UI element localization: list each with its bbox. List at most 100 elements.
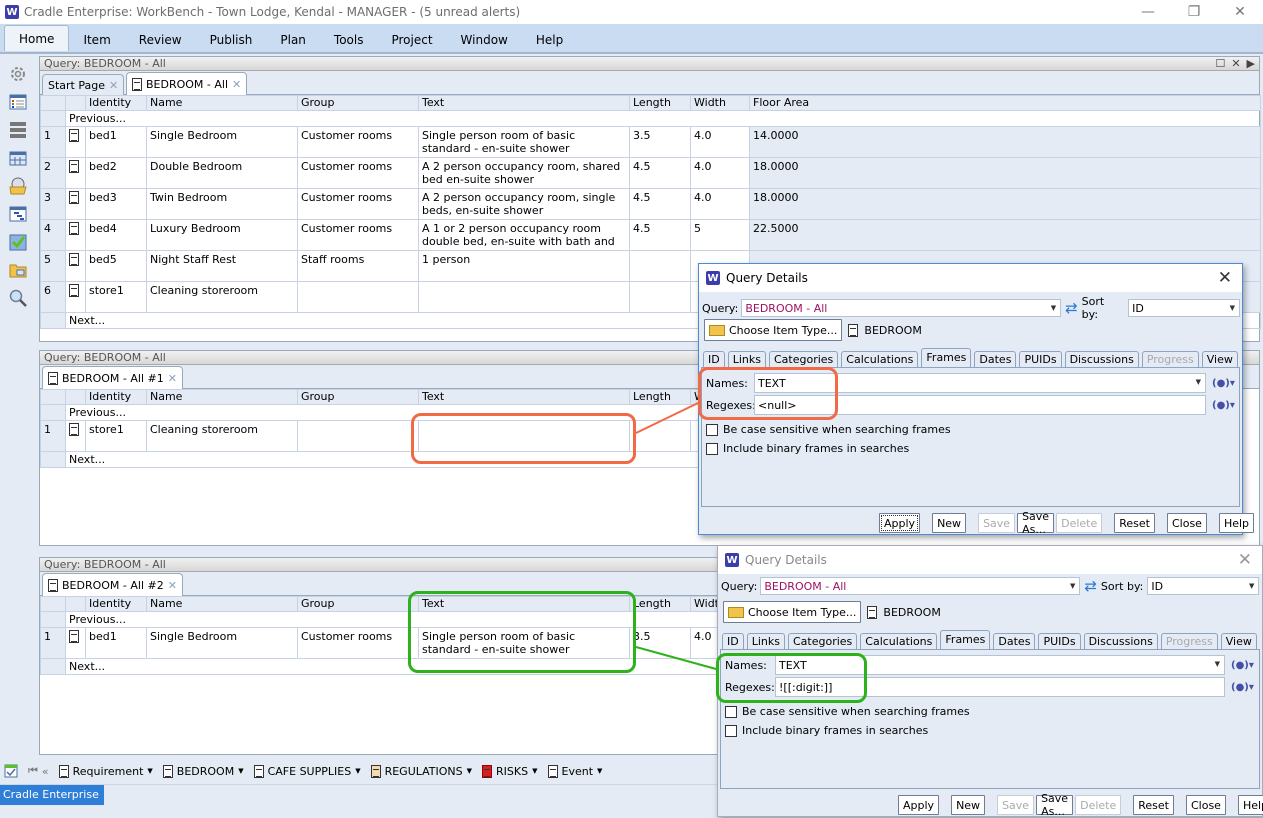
- reset-button[interactable]: Reset: [1133, 795, 1174, 815]
- cell-length[interactable]: [629, 420, 691, 452]
- close-tab-icon[interactable]: ✕: [109, 79, 118, 92]
- include-binary-checkbox[interactable]: Include binary frames in searches: [725, 724, 928, 737]
- cell-group[interactable]: Staff rooms: [297, 250, 419, 282]
- refresh-icon[interactable]: ⇄: [1084, 577, 1097, 595]
- menu-project[interactable]: Project: [377, 29, 446, 51]
- tab-categories[interactable]: Categories: [768, 351, 839, 368]
- menu-plan[interactable]: Plan: [266, 29, 320, 51]
- cell-text[interactable]: Single person room of basic standard - e…: [418, 627, 630, 659]
- checklist-small-icon[interactable]: [4, 764, 18, 778]
- help-button[interactable]: Help: [1218, 513, 1255, 533]
- tab-puids[interactable]: PUIDs: [1038, 633, 1081, 650]
- cell-identity[interactable]: bed2: [85, 157, 147, 189]
- col-rownum[interactable]: [40, 95, 66, 111]
- tab-discussions[interactable]: Discussions: [1064, 351, 1139, 368]
- sort-by-select[interactable]: ID ▼: [1147, 577, 1260, 595]
- regexes-input[interactable]: <null>: [754, 395, 1206, 415]
- next-link[interactable]: Next...: [65, 451, 760, 468]
- open-query-icon[interactable]: [8, 176, 28, 196]
- cell-group[interactable]: Customer rooms: [297, 126, 419, 158]
- cell-identity[interactable]: bed5: [85, 250, 147, 282]
- panel-close-icon[interactable]: ✕: [1231, 57, 1240, 71]
- cell-width[interactable]: 4.0: [690, 157, 750, 189]
- tab-frames[interactable]: Frames: [921, 348, 972, 368]
- names-select[interactable]: TEXT ▼: [775, 655, 1225, 675]
- cell-length[interactable]: 4.5: [629, 157, 691, 189]
- tab-bedroom-all-1[interactable]: BEDROOM - All #1 ✕: [42, 366, 183, 389]
- previous-link[interactable]: Previous...: [65, 611, 760, 628]
- next-row[interactable]: Next...: [40, 658, 760, 675]
- col-name[interactable]: Name: [146, 596, 298, 612]
- cell-name[interactable]: Cleaning storeroom: [146, 420, 298, 452]
- previous-icon[interactable]: «: [42, 765, 49, 778]
- tab-links[interactable]: Links: [727, 351, 766, 368]
- table-row[interactable]: 2 bed2 Double Bedroom Customer rooms A 2 per…: [40, 157, 1261, 189]
- query-select[interactable]: BEDROOM - All ▼: [760, 577, 1081, 595]
- new-button[interactable]: New: [932, 513, 967, 533]
- first-icon[interactable]: ⏮: [28, 764, 38, 778]
- tab-bedroom-all-2[interactable]: BEDROOM - All #2 ✕: [42, 573, 183, 596]
- cell-length[interactable]: 3.5: [629, 126, 691, 158]
- cell-group[interactable]: Customer rooms: [297, 188, 419, 220]
- save-as-button[interactable]: Save As...: [1017, 510, 1055, 536]
- cell-text[interactable]: A 2 person occupancy room, shared bed en…: [418, 157, 630, 189]
- cell-identity[interactable]: bed4: [85, 219, 147, 251]
- checkbox[interactable]: [706, 442, 718, 455]
- reset-button[interactable]: Reset: [1114, 513, 1155, 533]
- menu-item[interactable]: Item: [69, 29, 124, 51]
- minimize-button[interactable]: —: [1125, 0, 1171, 24]
- cell-group[interactable]: Customer rooms: [297, 157, 419, 189]
- col-group[interactable]: Group: [297, 596, 419, 612]
- tab-frames[interactable]: Frames: [940, 630, 991, 650]
- col-text[interactable]: Text: [418, 389, 630, 405]
- cell-identity[interactable]: store1: [85, 420, 147, 452]
- calendar-icon[interactable]: [8, 148, 28, 168]
- regex-options-icon[interactable]: (●)▾: [1212, 378, 1235, 389]
- cell-name[interactable]: Luxury Bedroom: [146, 219, 298, 251]
- table-row[interactable]: 1 store1 Cleaning storeroom: [40, 420, 760, 452]
- regex-options-icon[interactable]: (●)▾: [1231, 660, 1254, 671]
- save-as-button[interactable]: Save As...: [1036, 792, 1074, 818]
- close-tab-icon[interactable]: ✕: [168, 372, 177, 385]
- tab-view[interactable]: View: [1201, 351, 1238, 368]
- cell-length[interactable]: 3.5: [629, 627, 691, 659]
- cell-length[interactable]: [629, 281, 691, 313]
- cell-group[interactable]: [297, 281, 419, 313]
- menu-review[interactable]: Review: [125, 29, 196, 51]
- cell-length[interactable]: [629, 250, 691, 282]
- regex-options-icon[interactable]: (●)▾: [1212, 400, 1235, 411]
- cell-name[interactable]: Night Staff Rest: [146, 250, 298, 282]
- table-row[interactable]: 1 bed1 Single Bedroom Customer rooms Single …: [40, 627, 760, 659]
- table-row[interactable]: 3 bed3 Twin Bedroom Customer rooms A 2 perso…: [40, 188, 1261, 220]
- cell-identity[interactable]: bed3: [85, 188, 147, 220]
- col-name[interactable]: Name: [146, 95, 298, 111]
- col-floor-area[interactable]: Floor Area: [749, 95, 1261, 111]
- toolbar-requirement[interactable]: Requirement ▼: [58, 764, 153, 778]
- next-link[interactable]: Next...: [65, 658, 760, 675]
- tab-id[interactable]: ID: [722, 633, 744, 650]
- checkbox[interactable]: [706, 423, 718, 436]
- help-button[interactable]: Help: [1237, 795, 1263, 815]
- col-icon[interactable]: [65, 95, 86, 111]
- cell-name[interactable]: Cleaning storeroom: [146, 281, 298, 313]
- toolbar-event[interactable]: Event ▼: [547, 764, 602, 778]
- tab-categories[interactable]: Categories: [787, 633, 858, 650]
- toolbar-bedroom[interactable]: BEDROOM ▼: [162, 764, 244, 778]
- checklist-icon[interactable]: [8, 232, 28, 252]
- close-tab-icon[interactable]: ✕: [232, 78, 241, 91]
- gantt-icon[interactable]: [8, 204, 28, 224]
- col-length[interactable]: Length: [629, 95, 691, 111]
- cell-identity[interactable]: bed1: [85, 627, 147, 659]
- cell-length[interactable]: 4.5: [629, 188, 691, 220]
- cell-text[interactable]: [418, 420, 630, 452]
- choose-item-type-button[interactable]: Choose Item Type...: [723, 601, 862, 623]
- close-button[interactable]: ✕: [1217, 0, 1263, 24]
- col-width[interactable]: Width: [690, 95, 750, 111]
- cell-group[interactable]: [297, 420, 419, 452]
- cell-text[interactable]: Single person room of basic standard - e…: [418, 126, 630, 158]
- names-select[interactable]: TEXT ▼: [754, 373, 1206, 393]
- col-name[interactable]: Name: [146, 389, 298, 405]
- cell-width[interactable]: 4.0: [690, 126, 750, 158]
- col-text[interactable]: Text: [418, 95, 630, 111]
- menu-tools[interactable]: Tools: [320, 29, 378, 51]
